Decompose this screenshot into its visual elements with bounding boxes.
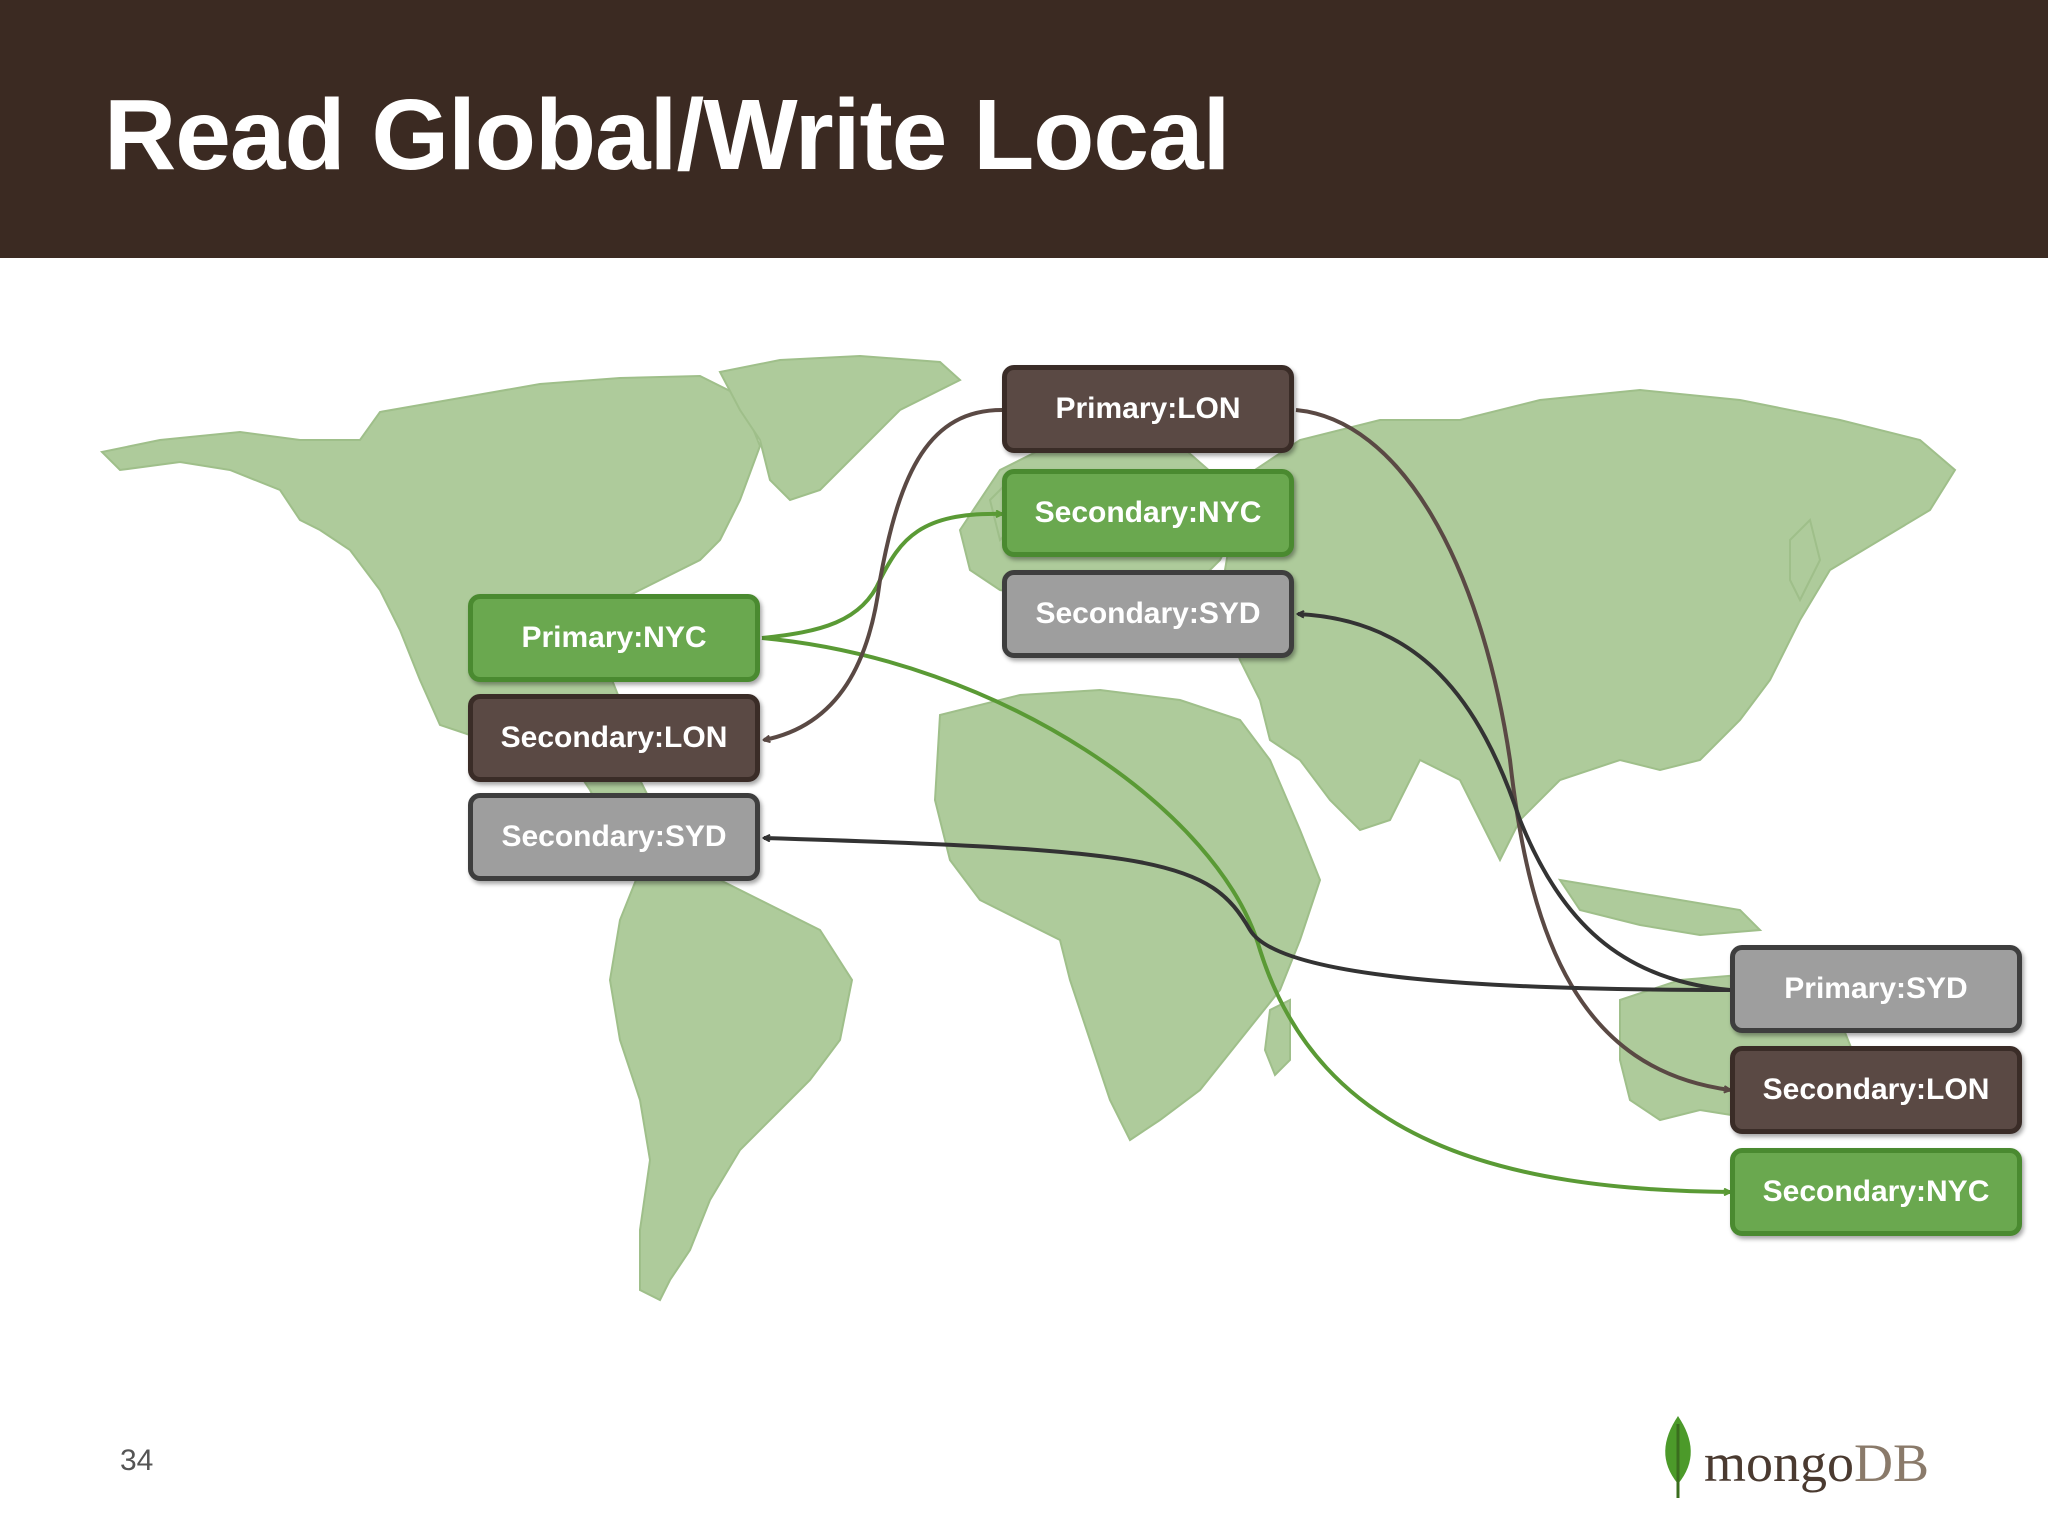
logo-text-db: DB bbox=[1854, 1433, 1930, 1493]
leaf-icon bbox=[1665, 1416, 1691, 1498]
slide: Read Global/Write Local Primary:LON Seco… bbox=[0, 0, 2048, 1536]
page-number: 34 bbox=[120, 1444, 154, 1477]
node-label: Primary:LON bbox=[1055, 392, 1241, 425]
node-london-secondary-nyc: Secondary:NYC bbox=[1002, 469, 1294, 557]
node-label: Secondary:NYC bbox=[1034, 496, 1262, 529]
node-primary-nyc: Primary:NYC bbox=[468, 594, 760, 682]
node-label: Secondary:LON bbox=[1762, 1073, 1990, 1106]
mongodb-logo: mongoDB bbox=[1656, 1412, 1956, 1502]
node-label: Secondary:NYC bbox=[1762, 1175, 1990, 1208]
replica-set-nodes: Primary:LON Secondary:NYC Secondary:SYD … bbox=[0, 0, 2048, 1536]
node-label: Primary:NYC bbox=[521, 621, 707, 654]
node-london-secondary-syd: Secondary:SYD bbox=[1002, 570, 1294, 658]
logo-text-mongo: mongo bbox=[1704, 1433, 1855, 1493]
node-label: Secondary:SYD bbox=[1035, 597, 1261, 630]
node-sydney-secondary-nyc: Secondary:NYC bbox=[1730, 1148, 2022, 1236]
logo-wordmark: mongoDB bbox=[1704, 1432, 1929, 1494]
node-sydney-secondary-lon: Secondary:LON bbox=[1730, 1046, 2022, 1134]
node-label: Secondary:LON bbox=[500, 721, 728, 754]
node-nyc-secondary-syd: Secondary:SYD bbox=[468, 793, 760, 881]
node-nyc-secondary-lon: Secondary:LON bbox=[468, 694, 760, 782]
node-label: Primary:SYD bbox=[1784, 972, 1968, 1005]
node-label: Secondary:SYD bbox=[501, 820, 727, 853]
node-primary-lon: Primary:LON bbox=[1002, 365, 1294, 453]
node-primary-syd: Primary:SYD bbox=[1730, 945, 2022, 1033]
